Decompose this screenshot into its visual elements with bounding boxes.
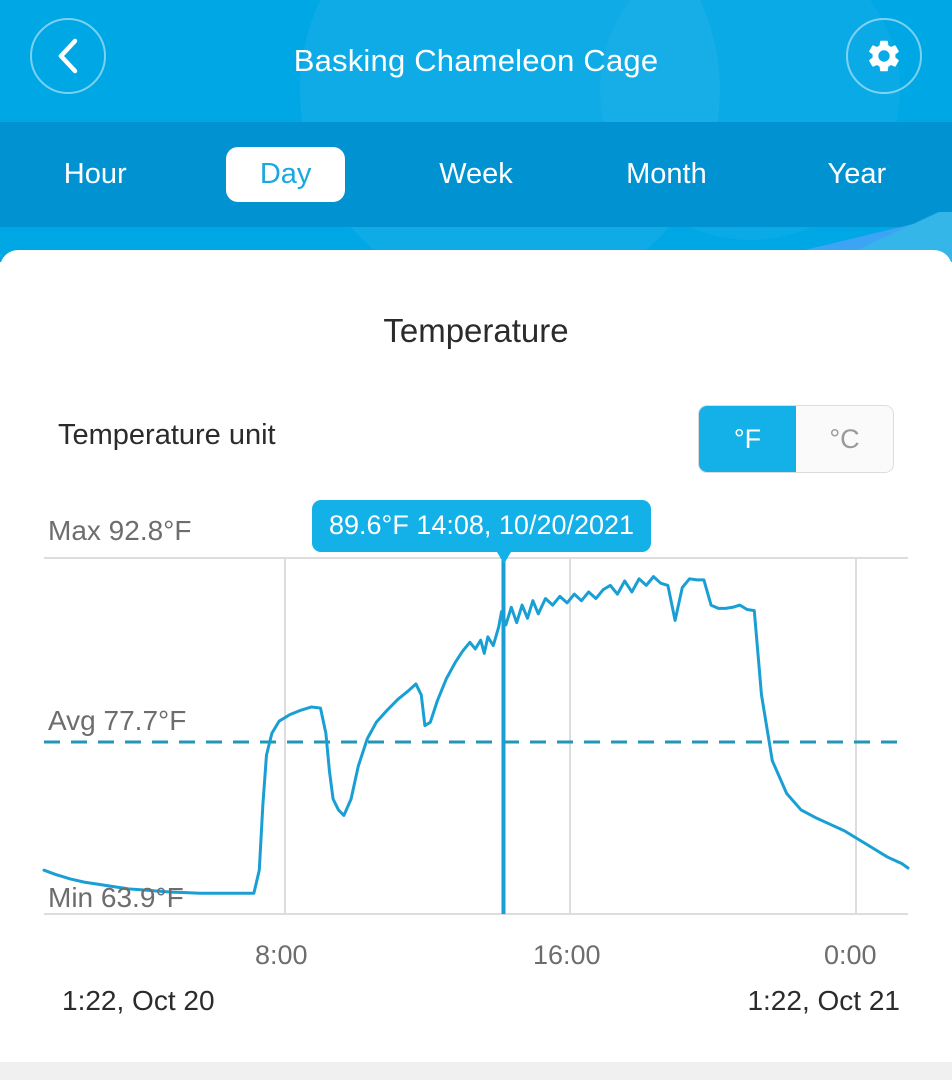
chart-tooltip: 89.6°F 14:08, 10/20/2021 [312, 500, 652, 552]
unit-option-fahrenheit[interactable]: °F [699, 406, 796, 472]
page-title: Basking Chameleon Cage [293, 43, 659, 78]
xaxis-tick-1: 16:00 [533, 940, 601, 970]
stat-max: Max 92.8°F [48, 515, 192, 546]
settings-button[interactable] [846, 18, 922, 94]
tab-year-label: Year [827, 158, 887, 190]
app-root: Basking Chameleon Cage Hour Day Week Mon… [0, 0, 952, 1080]
temperature-unit-toggle[interactable]: °F °C [698, 405, 894, 473]
back-button[interactable] [30, 18, 106, 94]
tab-hour[interactable]: Hour [0, 132, 190, 217]
time-range-tabs: Hour Day Week Month Year [0, 122, 952, 227]
tab-week-label: Week [439, 158, 513, 190]
range-end-label: 1:22, Oct 21 [747, 985, 900, 1016]
stat-min: Min 63.9°F [48, 882, 184, 913]
tab-year[interactable]: Year [762, 132, 952, 217]
stat-avg: Avg 77.7°F [48, 705, 187, 736]
title-bar: Basking Chameleon Cage [0, 0, 952, 122]
xaxis-tick-0: 8:00 [255, 940, 308, 970]
gear-icon [869, 40, 899, 72]
tab-week[interactable]: Week [381, 132, 571, 217]
chevron-left-icon [58, 38, 78, 74]
range-start-label: 1:22, Oct 20 [62, 985, 215, 1016]
tab-month-label: Month [626, 158, 707, 190]
tab-day-label: Day [225, 147, 346, 202]
unit-option-celsius[interactable]: °C [796, 406, 893, 472]
temperature-unit-label: Temperature unit [58, 419, 276, 451]
tab-month[interactable]: Month [571, 132, 761, 217]
chart-title: Temperature [383, 312, 569, 349]
content-card: Temperature Temperature unit °F °C Max 9… [0, 250, 952, 1030]
app-header: Basking Chameleon Cage Hour Day Week Mon… [0, 0, 952, 262]
bottom-strip [0, 1062, 952, 1080]
tab-day[interactable]: Day [190, 132, 380, 217]
xaxis-tick-2: 0:00 [824, 940, 877, 970]
temperature-unit-row: Temperature unit °F °C [0, 405, 952, 475]
tab-hour-label: Hour [63, 158, 127, 190]
